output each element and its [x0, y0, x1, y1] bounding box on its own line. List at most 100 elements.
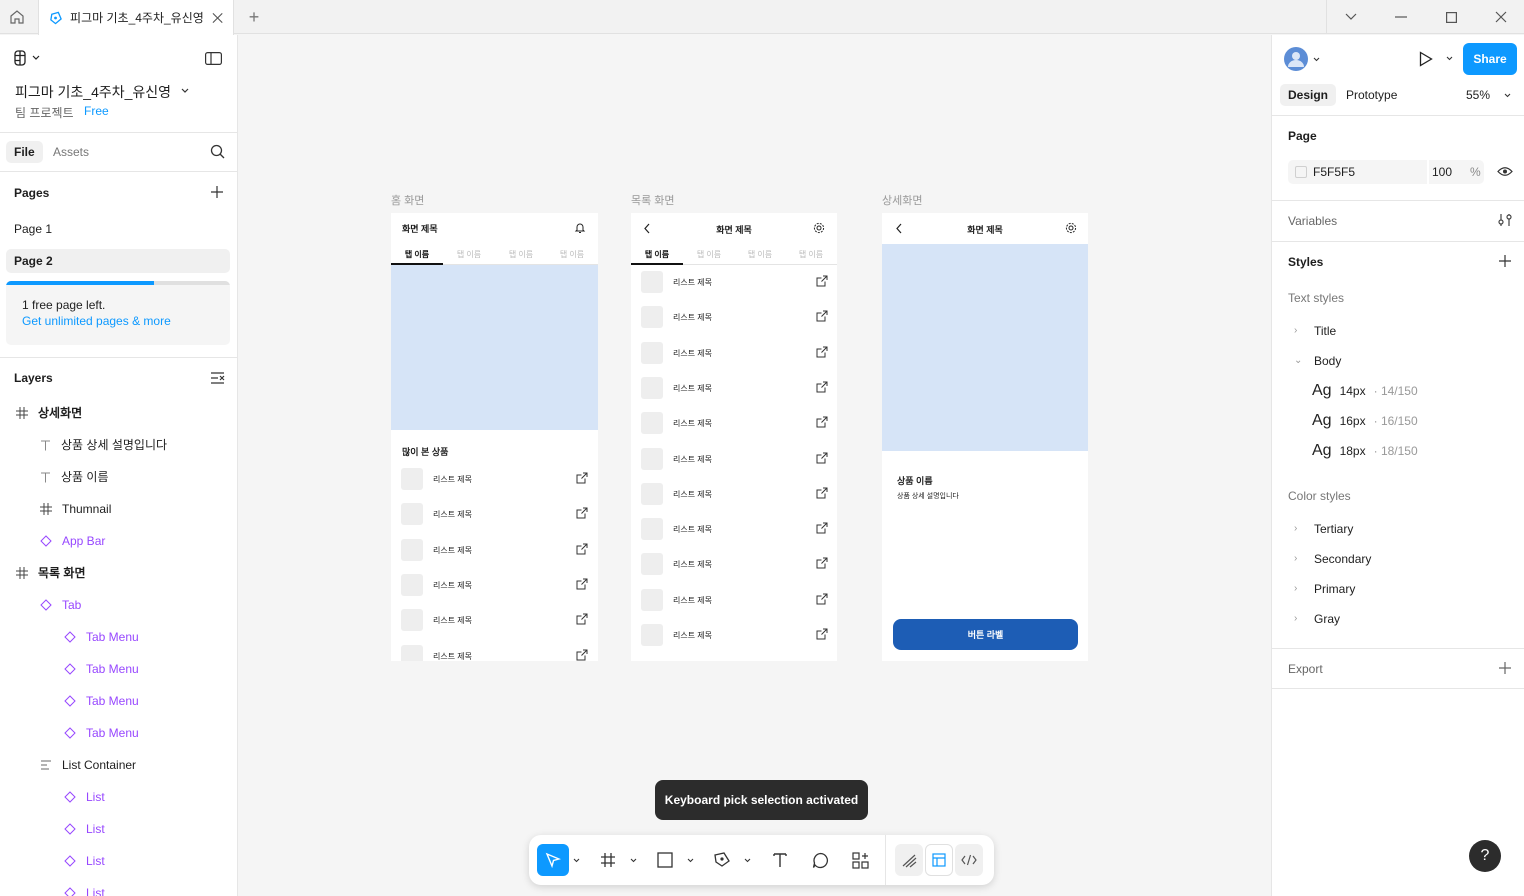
color-style-secondary[interactable]: › Secondary — [1294, 544, 1371, 574]
list-item-title: 리스트 제목 — [673, 454, 713, 464]
file-name[interactable]: 피그마 기초_4주차_유신영 — [15, 82, 171, 102]
tab-list-button[interactable] — [1326, 0, 1376, 34]
text-tool-button[interactable] — [764, 844, 796, 876]
comment-tool-button[interactable] — [804, 844, 836, 876]
variables-header[interactable]: Variables — [1288, 214, 1337, 228]
chevron-down-icon[interactable] — [181, 88, 189, 94]
page-item-1[interactable]: Page 1 — [6, 217, 230, 241]
upgrade-link[interactable]: Get unlimited pages & more — [22, 314, 171, 328]
file-tab[interactable]: 피그마 기초_4주차_유신영 — [38, 0, 234, 35]
user-menu[interactable] — [1284, 47, 1320, 71]
color-style-primary[interactable]: › Primary — [1294, 574, 1355, 604]
variables-settings-icon[interactable] — [1498, 213, 1512, 227]
frame-label-home[interactable]: 홈 화면 — [391, 192, 424, 208]
layer-item[interactable]: Tab Menu — [64, 717, 139, 749]
toggle-sidebar-icon[interactable] — [205, 52, 222, 65]
main-menu-button[interactable] — [14, 50, 40, 66]
move-tool-button[interactable] — [537, 844, 569, 876]
chevron-down-icon[interactable] — [573, 858, 580, 863]
frame-detail[interactable]: 화면 제목 상품 이름 상품 상세 설명입니다 버튼 라벨 — [882, 213, 1088, 661]
color-style-gray[interactable]: › Gray — [1294, 604, 1340, 634]
layer-item[interactable]: Tab Menu — [64, 685, 139, 717]
layer-item[interactable]: Tab — [40, 589, 81, 621]
tab-design[interactable]: Design — [1280, 84, 1337, 106]
layer-item[interactable]: List — [64, 813, 105, 845]
share-button[interactable]: Share — [1463, 43, 1517, 75]
bottom-toolbar — [529, 835, 994, 885]
layer-item[interactable]: List — [64, 845, 105, 877]
page-color-field[interactable]: F5F5F5 100 % — [1288, 160, 1484, 184]
home-tab-1: 탭 이름 — [404, 250, 430, 259]
team-name[interactable]: 팀 프로젝트 — [15, 104, 74, 121]
maximize-icon — [1445, 11, 1457, 23]
add-export-icon[interactable] — [1499, 662, 1511, 674]
body-style-18[interactable]: Ag 18px · 18/150 — [1312, 436, 1418, 466]
body-style-16[interactable]: Ag 16px · 16/150 — [1312, 406, 1418, 436]
color-style-tertiary[interactable]: › Tertiary — [1294, 514, 1353, 544]
layer-item[interactable]: 목록 화면 — [16, 557, 86, 589]
shape-tool-button[interactable] — [650, 844, 680, 876]
close-tab-icon[interactable] — [212, 12, 223, 24]
text-style-body[interactable]: ⌄ Body — [1294, 346, 1341, 376]
frame-home[interactable]: 화면 제목 탭 이름 탭 이름 탭 이름 탭 이름 많이 본 상품 리스트 제목… — [391, 213, 598, 661]
layer-item[interactable]: Tab Menu — [64, 653, 139, 685]
frame-label-detail[interactable]: 상세화면 — [882, 192, 922, 208]
color-swatch[interactable] — [1295, 166, 1307, 178]
chevron-down-icon[interactable] — [1504, 93, 1511, 98]
external-link-icon — [576, 578, 588, 590]
close-window-button[interactable] — [1476, 0, 1524, 34]
file-tab-title: 피그마 기초_4주차_유신영 — [70, 11, 204, 25]
layer-item[interactable]: Thumnail — [40, 493, 111, 525]
actions-tool-button[interactable] — [844, 844, 876, 876]
layer-item[interactable]: Tab Menu — [64, 621, 139, 653]
layer-item[interactable]: App Bar — [40, 525, 105, 557]
canvas[interactable]: 홈 화면 화면 제목 탭 이름 탭 이름 탭 이름 탭 이름 많이 본 상품 리… — [239, 35, 1271, 896]
divider — [1272, 648, 1524, 649]
list-item-title: 리스트 제목 — [673, 348, 713, 358]
dev-mode-button[interactable] — [955, 844, 983, 876]
new-tab-button[interactable]: + — [244, 0, 264, 34]
thumbnail-image — [882, 244, 1088, 451]
tab-assets[interactable]: Assets — [53, 141, 89, 163]
layer-item[interactable]: List — [64, 781, 105, 813]
layer-item[interactable]: List Container — [40, 749, 136, 781]
page-color-value[interactable]: F5F5F5 — [1313, 165, 1355, 179]
frame-list[interactable]: 화면 제목 탭 이름 탭 이름 탭 이름 탭 이름 리스트 제목 리스트 제목 리스… — [631, 213, 837, 661]
design-mode-button[interactable] — [925, 844, 953, 876]
tab-file[interactable]: File — [6, 141, 43, 163]
draw-mode-button[interactable] — [895, 844, 923, 876]
maximize-button[interactable] — [1426, 0, 1476, 34]
frame-tool-button[interactable] — [593, 844, 623, 876]
page-opacity-value[interactable]: 100 — [1432, 165, 1452, 179]
collapse-layers-icon[interactable] — [211, 372, 225, 384]
list-thumbnail — [641, 447, 663, 470]
add-page-icon[interactable] — [211, 186, 223, 198]
zoom-level[interactable]: 55% — [1466, 84, 1490, 106]
export-header[interactable]: Export — [1288, 662, 1323, 676]
minimize-button[interactable] — [1376, 0, 1426, 34]
list-item-title: 리스트 제목 — [673, 560, 713, 570]
text-style-title[interactable]: › Title — [1294, 316, 1336, 346]
body-style-14[interactable]: Ag 14px · 14/150 — [1312, 376, 1418, 406]
eye-icon[interactable] — [1497, 166, 1513, 177]
layer-item[interactable]: List — [64, 877, 105, 896]
chevron-down-icon[interactable] — [687, 858, 694, 863]
add-style-icon[interactable] — [1499, 255, 1511, 267]
search-icon[interactable] — [210, 144, 225, 159]
home-button[interactable] — [0, 0, 34, 34]
play-icon[interactable] — [1419, 51, 1433, 67]
style-group-label: Secondary — [1314, 552, 1372, 566]
layer-item[interactable]: 상세화면 — [16, 397, 82, 429]
layer-label: 상품 상세 설명입니다 — [61, 438, 168, 452]
component-icon — [64, 695, 76, 707]
tab-prototype[interactable]: Prototype — [1338, 84, 1405, 106]
page-item-2[interactable]: Page 2 — [6, 249, 230, 273]
layer-item[interactable]: 상품 이름 — [40, 461, 109, 493]
chevron-down-icon[interactable] — [744, 858, 751, 863]
chevron-down-icon[interactable] — [630, 858, 637, 863]
pen-tool-button[interactable] — [707, 844, 737, 876]
frame-label-list[interactable]: 목록 화면 — [631, 192, 675, 208]
help-button[interactable]: ? — [1469, 840, 1501, 872]
layer-item[interactable]: 상품 상세 설명입니다 — [40, 429, 167, 461]
chevron-down-icon[interactable] — [1446, 56, 1453, 61]
